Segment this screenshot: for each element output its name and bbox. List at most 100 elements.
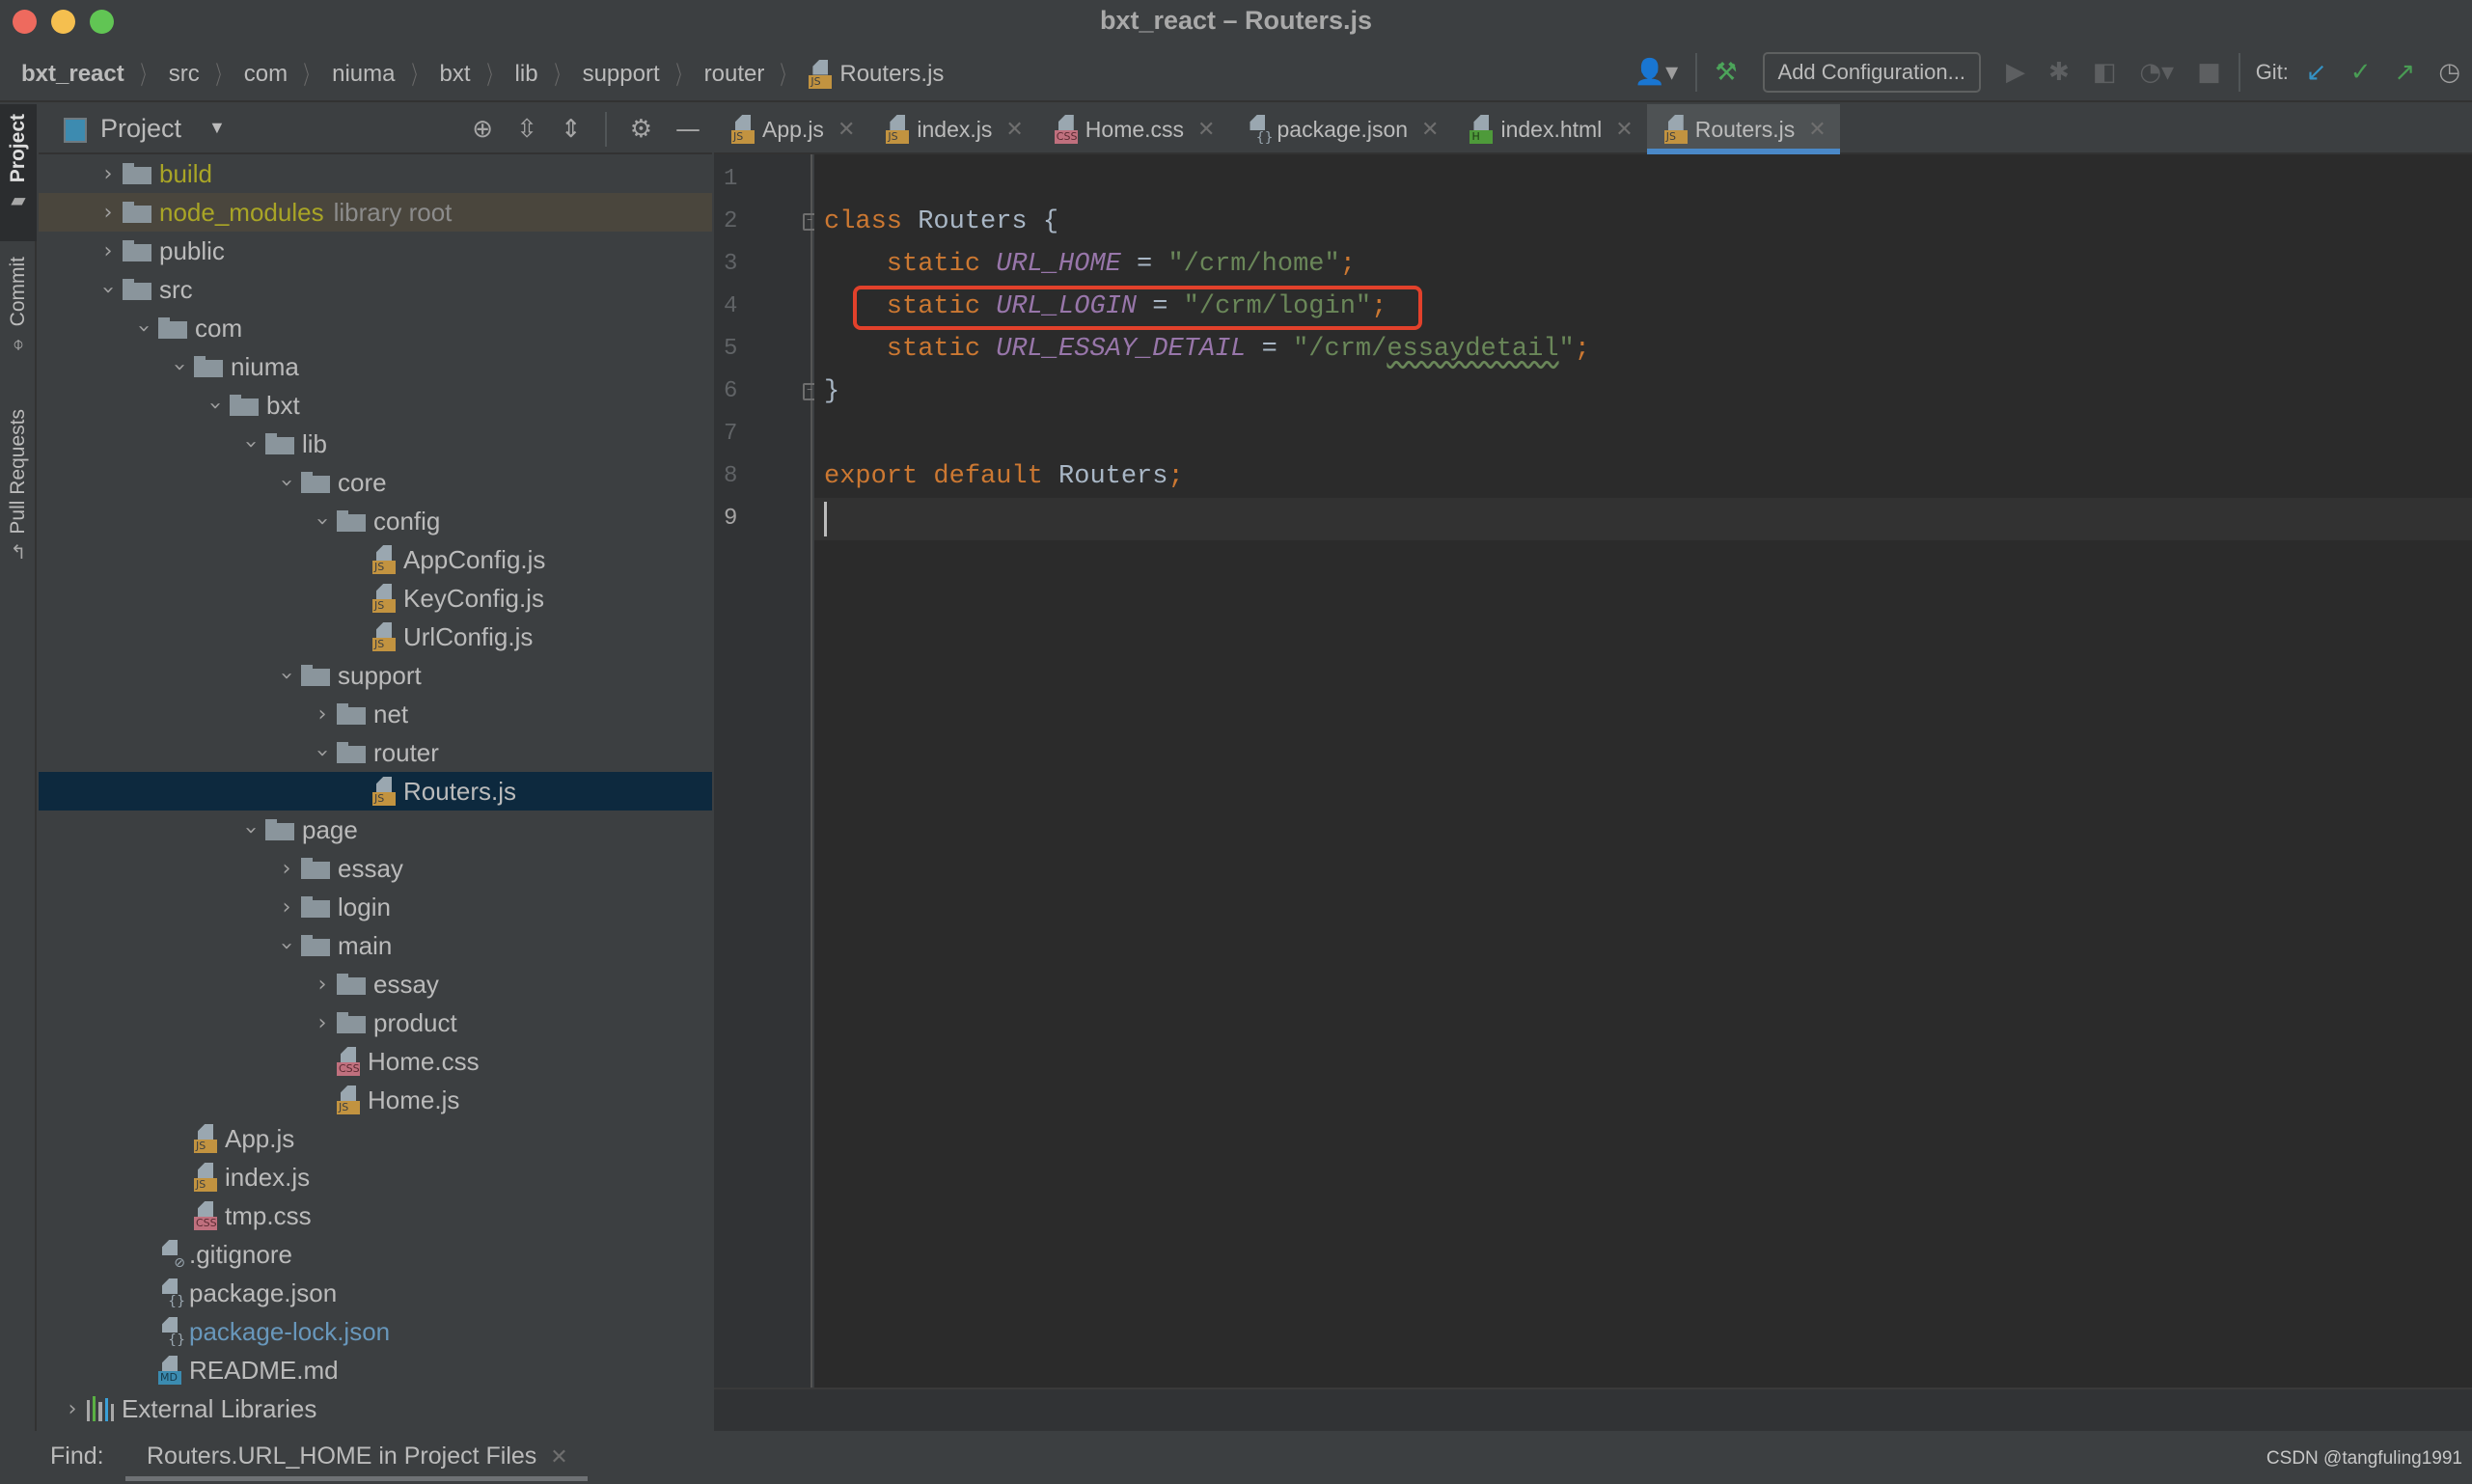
chevron-right-icon[interactable]: › [58, 1397, 87, 1421]
code-line[interactable]: static URL_ESSAY_DETAIL = "/crm/essaydet… [824, 328, 1590, 371]
chevron-right-icon[interactable]: › [94, 239, 123, 263]
code-line[interactable]: export default Routers; [824, 455, 1184, 498]
chevron-down-icon[interactable]: › [239, 429, 263, 458]
tree-folder[interactable]: › essay [39, 965, 712, 1003]
breadcrumb-item[interactable]: JS Routers.js [809, 59, 944, 89]
tree-folder[interactable]: › page [39, 811, 712, 849]
chevron-down-icon[interactable]: › [239, 815, 263, 844]
tool-project[interactable]: Project ▰ [0, 104, 37, 241]
close-icon[interactable]: ✕ [1005, 118, 1023, 142]
chevron-down-icon[interactable]: › [311, 738, 335, 767]
tree-file[interactable]: JS Home.js [39, 1081, 712, 1119]
close-icon[interactable]: ✕ [1808, 118, 1826, 142]
history-icon[interactable]: ◷ [2438, 58, 2460, 87]
coverage-icon[interactable]: ◧ [2093, 58, 2117, 87]
tree-folder[interactable]: › support [39, 656, 712, 695]
tree-folder[interactable]: › login [39, 888, 712, 926]
breadcrumb-item[interactable]: bxt [440, 61, 471, 88]
close-icon[interactable]: ✕ [1197, 118, 1215, 142]
tree-file[interactable]: {} package.json [39, 1274, 712, 1312]
tree-file[interactable]: CSS Home.css [39, 1042, 712, 1081]
chevron-right-icon[interactable]: › [94, 162, 123, 186]
tab-app-js[interactable]: JS App.js ✕ [714, 104, 868, 154]
tab-home-css[interactable]: CSS Home.css ✕ [1037, 104, 1229, 154]
tree-folder[interactable]: › net [39, 695, 712, 733]
close-icon[interactable]: ✕ [838, 118, 855, 142]
tree-folder[interactable]: › com [39, 309, 712, 347]
breadcrumb-item[interactable]: src [169, 61, 200, 88]
git-push-icon[interactable]: ↗ [2395, 58, 2416, 87]
close-icon[interactable]: ✕ [550, 1445, 567, 1470]
chevron-right-icon[interactable]: › [308, 702, 337, 727]
tree-file[interactable]: › External Libraries [39, 1389, 712, 1428]
tree-folder[interactable]: › public [39, 232, 712, 270]
chevron-down-icon[interactable]: › [275, 661, 299, 690]
code-editor[interactable]: class Routers { static URL_HOME = "/crm/… [814, 154, 2472, 1388]
breadcrumb-item[interactable]: niuma [332, 61, 395, 88]
breadcrumb-item[interactable]: lib [515, 61, 538, 88]
tree-folder[interactable]: › config [39, 502, 712, 540]
tool-commit[interactable]: Commit ⌽ [0, 257, 37, 382]
chevron-right-icon[interactable]: › [94, 201, 123, 225]
tree-folder[interactable]: › product [39, 1003, 712, 1042]
code-line[interactable]: } [824, 371, 839, 413]
chevron-right-icon[interactable]: › [272, 857, 301, 881]
locate-file-icon[interactable]: ⊕ [472, 115, 493, 144]
tree-file[interactable]: ⊘ .gitignore [39, 1235, 712, 1274]
chevron-right-icon[interactable]: › [308, 973, 337, 997]
tree-folder[interactable]: › src [39, 270, 712, 309]
stop-icon[interactable]: ■ [2197, 58, 2221, 87]
chevron-down-icon[interactable]: › [311, 507, 335, 536]
tree-folder[interactable]: › essay [39, 849, 712, 888]
chevron-down-icon[interactable]: › [168, 352, 192, 381]
breadcrumb-item[interactable]: com [244, 61, 288, 88]
chevron-right-icon[interactable]: › [272, 895, 301, 920]
tree-file[interactable]: {} package-lock.json [39, 1312, 712, 1351]
tree-file[interactable]: JS KeyConfig.js [39, 579, 712, 618]
gear-icon[interactable]: ⚙ [630, 115, 652, 144]
chevron-down-icon[interactable]: › [275, 468, 299, 497]
chevron-down-icon[interactable]: › [96, 275, 121, 304]
hide-panel-icon[interactable]: — [675, 115, 700, 144]
tree-folder[interactable]: › node_modules library root [39, 193, 712, 232]
tree-file[interactable]: JS Routers.js [39, 772, 712, 811]
close-icon[interactable]: ✕ [1615, 118, 1633, 142]
collapse-all-icon[interactable]: ⇕ [561, 115, 582, 144]
tree-file[interactable]: CSS tmp.css [39, 1196, 712, 1235]
close-icon[interactable]: ✕ [1421, 118, 1439, 142]
tree-file[interactable]: JS index.js [39, 1158, 712, 1196]
breadcrumb-item[interactable]: router [704, 61, 765, 88]
tree-file[interactable]: MD README.md [39, 1351, 712, 1389]
tree-file[interactable]: JS AppConfig.js [39, 540, 712, 579]
chevron-right-icon[interactable]: › [308, 1011, 337, 1035]
git-commit-icon[interactable]: ✓ [2350, 58, 2372, 87]
chevron-down-icon[interactable]: › [132, 314, 156, 343]
breadcrumb-item[interactable]: support [583, 61, 660, 88]
breadcrumb-item[interactable]: bxt_react [21, 61, 124, 88]
tab-routers-js[interactable]: JS Routers.js ✕ [1646, 104, 1840, 154]
build-hammer-icon[interactable]: ⚒ [1715, 58, 1737, 87]
tab-package-json[interactable]: {} package.json ✕ [1228, 104, 1452, 154]
tree-file[interactable]: JS App.js [39, 1119, 712, 1158]
tree-folder[interactable]: › bxt [39, 386, 712, 425]
chevron-down-icon[interactable]: ▼ [208, 118, 226, 138]
tree-folder[interactable]: › lib [39, 425, 712, 463]
git-update-icon[interactable]: ↙ [2306, 58, 2327, 87]
tree-folder[interactable]: › router [39, 733, 712, 772]
profile-icon[interactable]: ◔▾ [2139, 58, 2174, 87]
project-panel-title[interactable]: Project [100, 114, 181, 144]
tree-folder[interactable]: › niuma [39, 347, 712, 386]
code-line[interactable]: class Routers { [824, 201, 1058, 243]
tree-folder[interactable]: › main [39, 926, 712, 965]
expand-all-icon[interactable]: ⇳ [516, 115, 537, 144]
run-icon[interactable]: ▶ [2006, 58, 2025, 87]
chevron-down-icon[interactable]: › [275, 931, 299, 960]
user-icon[interactable]: 👤▾ [1634, 58, 1678, 87]
add-configuration-button[interactable]: Add Configuration... [1762, 52, 1981, 93]
code-line[interactable]: static URL_HOME = "/crm/home"; [824, 243, 1356, 286]
tree-folder[interactable]: › core [39, 463, 712, 502]
chevron-down-icon[interactable]: › [204, 391, 228, 420]
tool-pull-requests[interactable]: Pull Requests ↰ [0, 409, 37, 592]
tree-file[interactable]: JS UrlConfig.js [39, 618, 712, 656]
tab-index-js[interactable]: JS index.js ✕ [868, 104, 1036, 154]
